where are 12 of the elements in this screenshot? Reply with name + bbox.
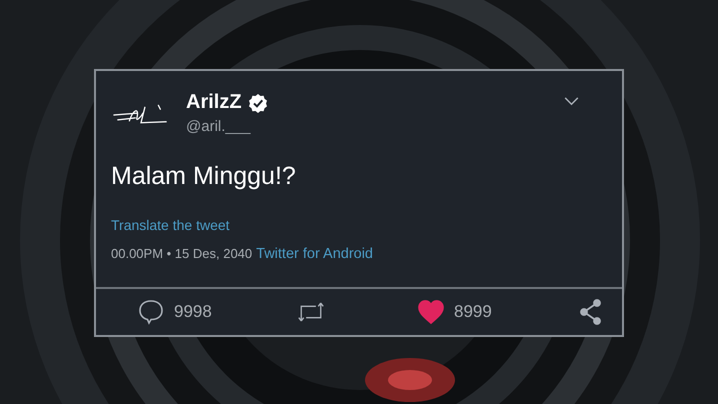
- share-icon[interactable]: [578, 299, 604, 325]
- action-count: 9998: [174, 302, 212, 322]
- timestamp: 00.00PM • 15 Des, 2040: [111, 246, 252, 261]
- reply-icon[interactable]: [138, 299, 164, 325]
- chevron-down-icon[interactable]: [564, 97, 579, 106]
- source-link[interactable]: Twitter for Android: [256, 246, 373, 262]
- heart-icon[interactable]: [418, 299, 444, 325]
- translate-link[interactable]: Translate the tweet: [111, 217, 230, 233]
- tweet-text: Malam Minggu!?: [111, 162, 297, 191]
- display-name: ArilzZ: [186, 91, 242, 114]
- user-handle: @aril.___: [186, 118, 252, 135]
- action-count: 8999: [454, 302, 492, 322]
